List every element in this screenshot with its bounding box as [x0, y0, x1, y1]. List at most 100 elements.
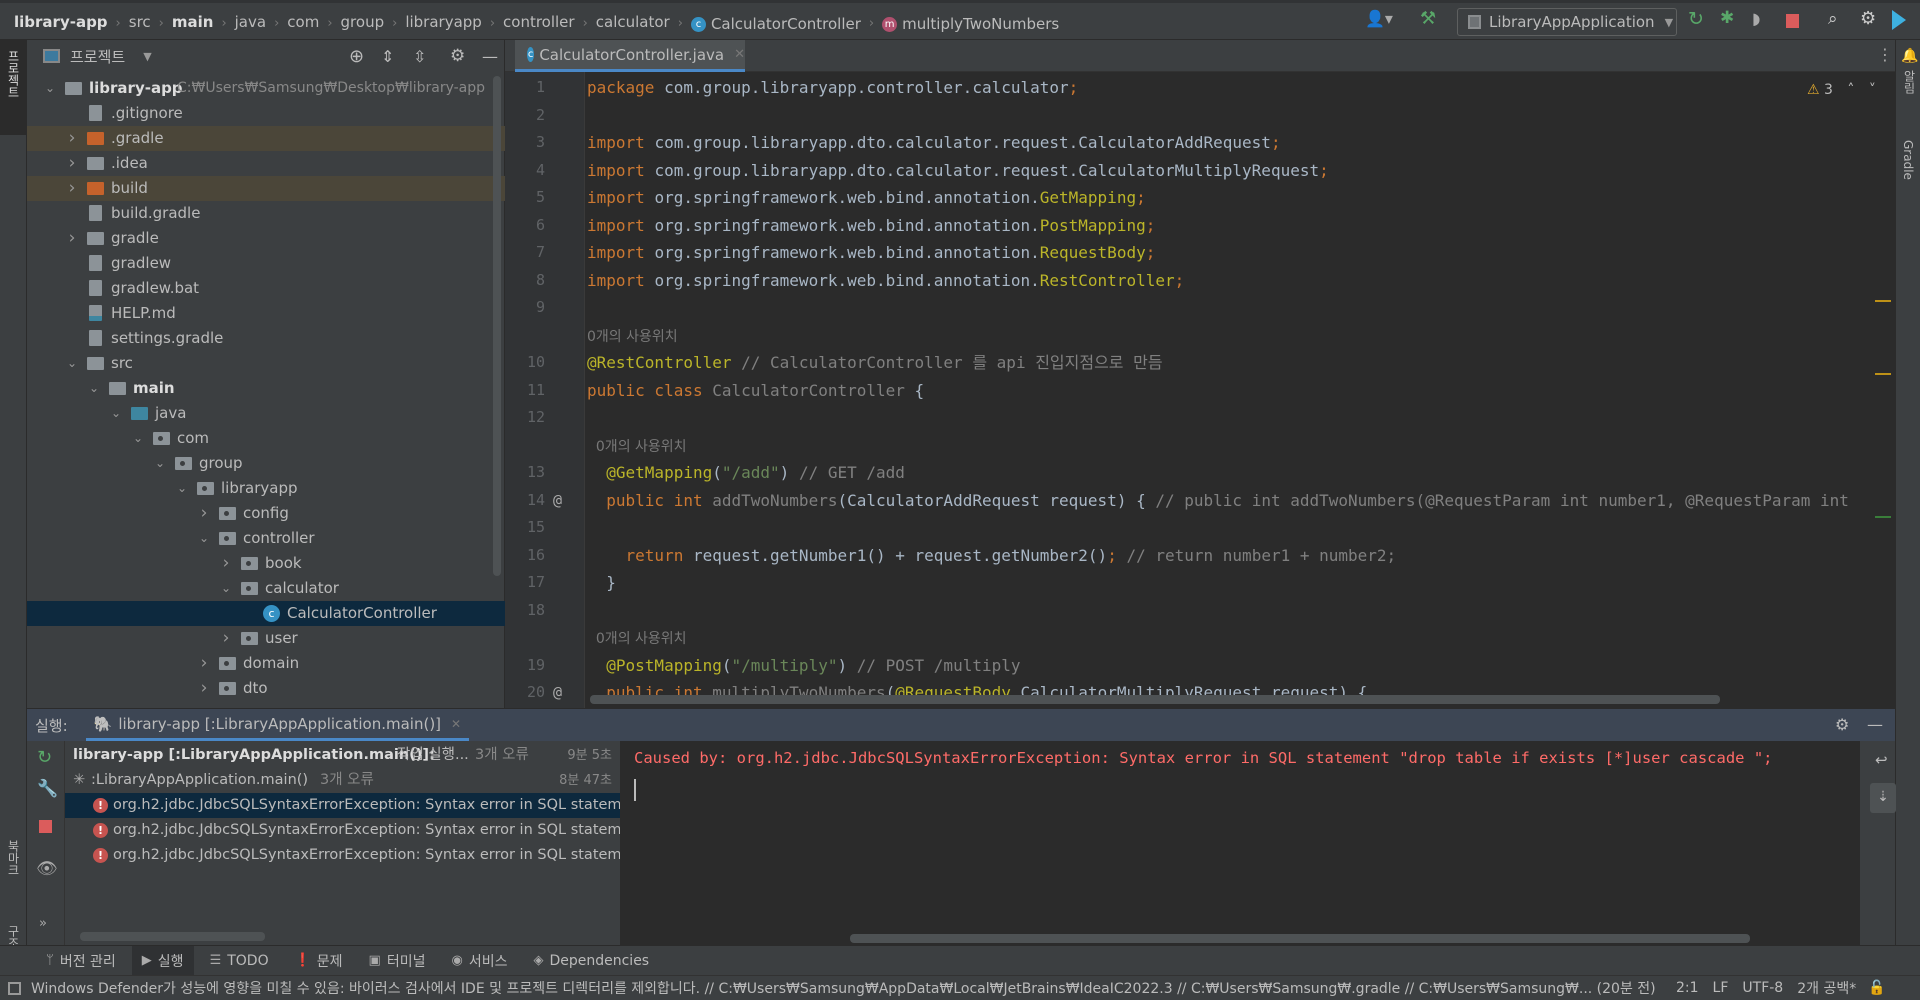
- tree-item-main[interactable]: ⌄ main: [27, 376, 505, 401]
- chevron-down-icon[interactable]: ⌄: [153, 451, 167, 476]
- chevron-right-icon[interactable]: ›: [197, 651, 211, 676]
- chevron-right-icon[interactable]: ›: [65, 226, 79, 251]
- user-icon[interactable]: 👤▾: [1365, 9, 1393, 28]
- bookmarks-stripe-label[interactable]: 북마크: [5, 840, 22, 876]
- search-icon[interactable]: ⌕: [1828, 9, 1838, 29]
- tree-item-gradlew-bat[interactable]: gradlew.bat: [27, 276, 505, 301]
- more-options-icon[interactable]: ⋮: [1877, 45, 1893, 64]
- tree-item-src[interactable]: ⌄ src: [27, 351, 505, 376]
- tree-item-build[interactable]: › build: [27, 176, 505, 201]
- rerun-icon[interactable]: ↻: [1688, 8, 1704, 30]
- tool-window-6[interactable]: ◈ Dependencies: [523, 946, 659, 976]
- locate-file-icon[interactable]: ⊕: [349, 46, 364, 67]
- run-tree-scrollbar[interactable]: [80, 932, 265, 941]
- chevron-right-icon[interactable]: ›: [197, 501, 211, 526]
- run-tree-item[interactable]: ✳:LibraryAppApplication.main() 3개 오류 8분 47…: [65, 768, 620, 793]
- scroll-to-end-icon[interactable]: ⇣: [1870, 783, 1896, 813]
- notifications-stripe-label[interactable]: 알림: [1901, 70, 1918, 94]
- expand-all-icon[interactable]: ⇕: [381, 47, 394, 66]
- console-scrollbar[interactable]: [850, 934, 1750, 943]
- caret-position[interactable]: 2:1: [1676, 980, 1699, 996]
- breadcrumb-item[interactable]: c CalculatorController: [690, 6, 861, 43]
- tree-item-calculatorcontroller[interactable]: c CalculatorController: [27, 601, 505, 626]
- implemented-method-icon[interactable]: @: [553, 679, 562, 707]
- chevron-down-icon[interactable]: ▼: [143, 50, 151, 63]
- chevron-down-icon[interactable]: ⌄: [197, 526, 211, 551]
- stop-icon[interactable]: [39, 820, 52, 833]
- tool-window-4[interactable]: ▣ 터미널: [359, 946, 436, 976]
- tree-item-java[interactable]: ⌄ java: [27, 401, 505, 426]
- chevron-down-icon[interactable]: ⌄: [175, 476, 189, 501]
- file-encoding[interactable]: UTF-8: [1742, 980, 1783, 996]
- close-tab-icon[interactable]: ✕: [451, 717, 461, 731]
- tree-item-dto[interactable]: › dto: [27, 676, 505, 701]
- lock-icon[interactable]: 🔓: [1868, 980, 1885, 996]
- run-tree-item[interactable]: ! org.h2.jdbc.JdbcSQLSyntaxErrorException…: [65, 793, 620, 818]
- run-tree-item[interactable]: ! org.h2.jdbc.JdbcSQLSyntaxErrorException…: [65, 818, 620, 843]
- breadcrumb-item[interactable]: java: [235, 3, 266, 40]
- indent-setting[interactable]: 2개 공백*: [1797, 978, 1856, 998]
- implemented-method-icon[interactable]: @: [553, 487, 562, 515]
- run-tab[interactable]: 🐘 library-app [:LibraryAppApplication.ma…: [85, 709, 470, 741]
- breadcrumb-item[interactable]: main: [172, 3, 214, 40]
- tab-calculator-controller[interactable]: c CalculatorController.java ✕: [515, 40, 745, 72]
- run-tree-item[interactable]: ! org.h2.jdbc.JdbcSQLSyntaxErrorException…: [65, 843, 620, 868]
- project-view-select[interactable]: 프로젝트: [70, 46, 125, 67]
- chevron-down-icon[interactable]: ⌄: [87, 376, 101, 401]
- tree-item-group[interactable]: ⌄ group: [27, 451, 505, 476]
- notifications-bell-icon[interactable]: 🔔: [1901, 48, 1918, 64]
- tool-window-1[interactable]: ▶ 실행: [131, 945, 194, 976]
- tree-item-gitignore[interactable]: .gitignore: [27, 101, 505, 126]
- chevron-right-icon[interactable]: ›: [219, 551, 233, 576]
- tree-item-controller[interactable]: ⌄ controller: [27, 526, 505, 551]
- tree-item-library-app[interactable]: ⌄ library-app C:₩Users₩Samsung₩Desktop₩lib…: [27, 76, 505, 101]
- breadcrumb-item[interactable]: controller: [503, 3, 575, 40]
- close-tab-icon[interactable]: ✕: [734, 47, 745, 62]
- stop-icon[interactable]: [1786, 14, 1799, 28]
- settings-gear-icon[interactable]: ⚙: [1835, 715, 1849, 734]
- previous-highlight-icon[interactable]: ˄: [1847, 82, 1854, 98]
- tree-item-com[interactable]: ⌄ com: [27, 426, 505, 451]
- tree-item-book[interactable]: › book: [27, 551, 505, 576]
- tree-scrollbar[interactable]: [493, 76, 501, 576]
- collapse-all-icon[interactable]: ⇳: [413, 47, 426, 66]
- chevron-down-icon[interactable]: ⌄: [131, 426, 145, 451]
- chevron-down-icon[interactable]: ⌄: [65, 351, 79, 376]
- tree-item-calculator[interactable]: ⌄ calculator: [27, 576, 505, 601]
- code-area[interactable]: 1 package com.group.libraryapp.controller…: [505, 74, 1895, 708]
- editor-horizontal-scrollbar[interactable]: [590, 695, 1720, 704]
- chevron-down-icon[interactable]: ⌄: [43, 76, 57, 101]
- breadcrumb-item[interactable]: m multiplyTwoNumbers: [882, 6, 1059, 43]
- tool-window-2[interactable]: ☰ TODO: [200, 946, 279, 976]
- breadcrumb-item[interactable]: library-app: [14, 3, 108, 40]
- tree-item-domain[interactable]: › domain: [27, 651, 505, 676]
- hide-panel-icon[interactable]: —: [1867, 715, 1883, 734]
- tree-item-settings-gradle[interactable]: settings.gradle: [27, 326, 505, 351]
- status-message[interactable]: Windows Defender가 성능에 영향을 미칠 수 있음: 바이러스 …: [31, 978, 1656, 998]
- tree-item-help-md[interactable]: HELP.md: [27, 301, 505, 326]
- run-config-select[interactable]: LibraryAppApplication ▼: [1457, 8, 1677, 36]
- tool-window-0[interactable]: ᛘ 버전 관리: [36, 946, 126, 976]
- more-icon[interactable]: »: [39, 916, 47, 931]
- usages-hint[interactable]: 0개의 사용위치: [587, 631, 687, 647]
- chevron-down-icon[interactable]: ⌄: [109, 401, 123, 426]
- options-gear-icon[interactable]: ⚙: [450, 46, 465, 66]
- tool-window-3[interactable]: ❗ 문제: [285, 946, 353, 976]
- breadcrumb-item[interactable]: src: [129, 3, 151, 40]
- inspection-widget[interactable]: ⚠ 3 ˄ ˅: [1807, 82, 1876, 98]
- jetbrains-logo-icon[interactable]: [1892, 10, 1906, 30]
- toggle-tool-windows-icon[interactable]: [8, 981, 21, 995]
- console-output[interactable]: Caused by: org.h2.jdbc.JdbcSQLSyntaxErro…: [620, 741, 1860, 946]
- breadcrumb-item[interactable]: libraryapp: [405, 3, 482, 40]
- warning-marker[interactable]: [1875, 300, 1891, 302]
- breadcrumb-item[interactable]: calculator: [596, 3, 670, 40]
- tree-item-gradlew[interactable]: gradlew: [27, 251, 505, 276]
- chevron-down-icon[interactable]: ⌄: [219, 576, 233, 601]
- next-highlight-icon[interactable]: ˅: [1869, 82, 1876, 98]
- eye-icon[interactable]: 👁: [36, 859, 58, 879]
- debug-bug-icon[interactable]: ✱: [1720, 8, 1734, 28]
- line-separator[interactable]: LF: [1713, 980, 1729, 996]
- hide-panel-icon[interactable]: —: [482, 47, 498, 66]
- warning-marker[interactable]: [1875, 373, 1891, 375]
- chevron-right-icon[interactable]: ›: [65, 151, 79, 176]
